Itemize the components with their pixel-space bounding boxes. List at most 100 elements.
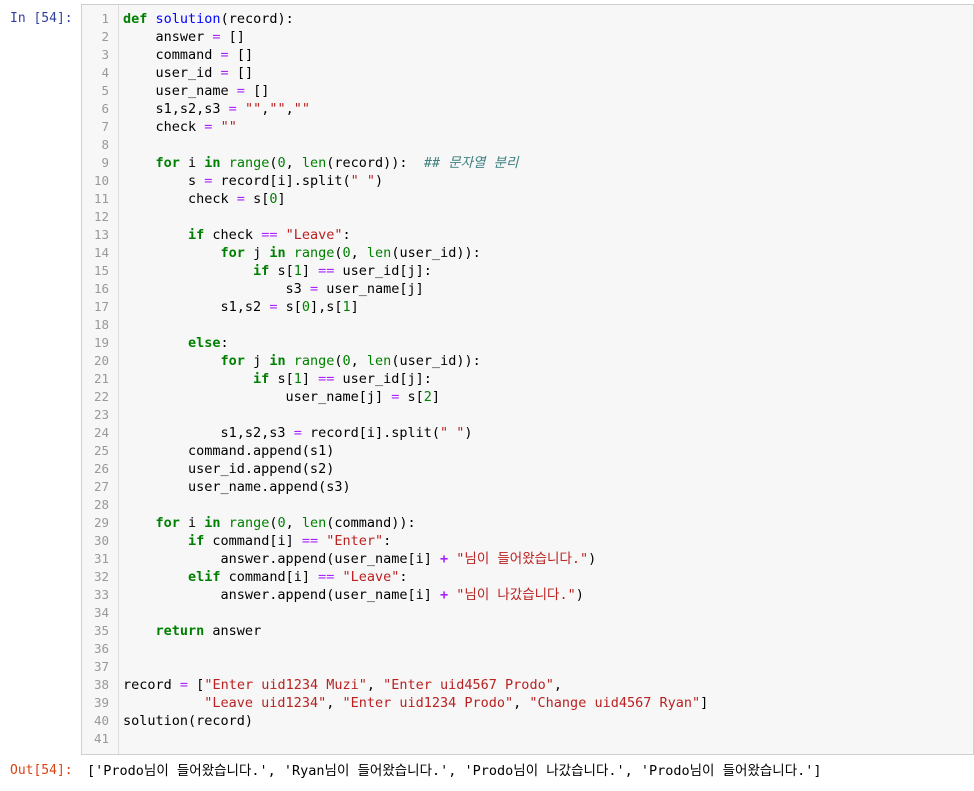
code-text: answer = [] (123, 29, 245, 45)
line-number: 13 (93, 227, 109, 242)
line-number: 2 (101, 29, 109, 44)
code-line: 31 answer.append(user_name[i] + "님이 들어왔습… (82, 550, 973, 568)
code-line: 16 s3 = user_name[j] (82, 280, 973, 298)
code-text: for i in range(0, len(record)): ## 문자열 분… (155, 155, 519, 171)
line-number: 5 (101, 83, 109, 98)
line-number: 15 (93, 263, 109, 278)
line-number: 19 (93, 335, 109, 350)
line-number: 18 (93, 317, 109, 332)
code-line: 33 answer.append(user_name[i] + "님이 나갔습니… (82, 586, 973, 604)
code-text: else: (188, 335, 229, 351)
code-line: 27 user_name.append(s3) (82, 478, 973, 496)
code-line: 30 if command[i] == "Enter": (82, 532, 973, 550)
code-line: 11 check = s[0] (82, 190, 973, 208)
line-number: 40 (93, 713, 109, 728)
code-line: 4 user_id = [] (82, 64, 973, 82)
line-number: 30 (93, 533, 109, 548)
code-text: user_id = [] (123, 65, 254, 81)
code-line: 35 return answer (82, 622, 973, 640)
line-number: 6 (101, 101, 109, 116)
code-line: 22 user_name[j] = s[2] (82, 388, 973, 406)
code-line: 5 user_name = [] (82, 82, 973, 100)
code-text: user_name.append(s3) (123, 479, 351, 495)
code-line: 41 (82, 730, 973, 748)
code-line: 15 if s[1] == user_id[j]: (82, 262, 973, 280)
line-number: 28 (93, 497, 109, 512)
code-line: 25 command.append(s1) (82, 442, 973, 460)
line-number: 21 (93, 371, 109, 386)
code-line: 37 (82, 658, 973, 676)
line-number: 23 (93, 407, 109, 422)
line-number: 22 (93, 389, 109, 404)
line-number: 4 (101, 65, 109, 80)
line-number: 14 (93, 245, 109, 260)
code-text: s = record[i].split(" ") (123, 173, 384, 189)
line-number: 33 (93, 587, 109, 602)
code-line: 28 (82, 496, 973, 514)
line-number: 24 (93, 425, 109, 440)
code-line: 23 (82, 406, 973, 424)
code-text: command.append(s1) (123, 443, 335, 459)
code-line: 26 user_id.append(s2) (82, 460, 973, 478)
line-number: 12 (93, 209, 109, 224)
code-text: record = ["Enter uid1234 Muzi", "Enter u… (123, 677, 562, 693)
code-text: if s[1] == user_id[j]: (253, 263, 432, 279)
code-text: s1,s2,s3 = record[i].split(" ") (123, 425, 473, 441)
line-number: 29 (93, 515, 109, 530)
code-line: 20 for j in range(0, len(user_id)): (82, 352, 973, 370)
code-line: 13 if check == "Leave": (82, 226, 973, 244)
code-lines: 1 def solution(record): 2 answer = [] 3 com… (82, 10, 973, 748)
code-text: return answer (155, 623, 262, 639)
line-number: 36 (93, 641, 109, 656)
code-text: answer.append(user_name[i] + "님이 들어왔습니다.… (123, 551, 597, 567)
code-line: 32 elif command[i] == "Leave": (82, 568, 973, 586)
code-text: for j in range(0, len(user_id)): (220, 353, 481, 369)
line-number: 26 (93, 461, 109, 476)
line-number: 8 (101, 137, 109, 152)
line-number: 38 (93, 677, 109, 692)
code-line: 29 for i in range(0, len(command)): (82, 514, 973, 532)
line-number: 20 (93, 353, 109, 368)
code-text: "Leave uid1234", "Enter uid1234 Prodo", … (204, 695, 709, 711)
line-number: 35 (93, 623, 109, 638)
code-cell-editor[interactable]: 1 def solution(record): 2 answer = [] 3 com… (81, 4, 974, 755)
code-line: 39 "Leave uid1234", "Enter uid1234 Prodo… (82, 694, 973, 712)
code-line: 7 check = "" (82, 118, 973, 136)
line-number: 27 (93, 479, 109, 494)
line-number: 1 (101, 11, 109, 26)
code-line: 2 answer = [] (82, 28, 973, 46)
code-line: 8 (82, 136, 973, 154)
code-text: s3 = user_name[j] (123, 281, 424, 297)
cell-output: ['Prodo님이 들어왔습니다.', 'Ryan님이 들어왔습니다.', 'P… (87, 763, 822, 779)
code-text: if s[1] == user_id[j]: (253, 371, 432, 387)
line-number: 10 (93, 173, 109, 188)
code-text: answer.append(user_name[i] + "님이 나갔습니다."… (123, 587, 584, 603)
code-text: user_id.append(s2) (123, 461, 335, 477)
line-number: 32 (93, 569, 109, 584)
code-text: if check == "Leave": (188, 227, 351, 243)
code-text: s1,s2 = s[0],s[1] (123, 299, 359, 315)
code-text: s1,s2,s3 = "","","" (123, 101, 311, 117)
line-number: 11 (93, 191, 109, 206)
code-line: 19 else: (82, 334, 973, 352)
code-line: 24 s1,s2,s3 = record[i].split(" ") (82, 424, 973, 442)
code-text: def solution(record): (123, 11, 294, 27)
code-text: elif command[i] == "Leave": (188, 569, 408, 585)
code-text: for j in range(0, len(user_id)): (220, 245, 481, 261)
code-line: 38 record = ["Enter uid1234 Muzi", "Enter… (82, 676, 973, 694)
line-number: 39 (93, 695, 109, 710)
line-number: 3 (101, 47, 109, 62)
line-number: 7 (101, 119, 109, 134)
code-line: 3 command = [] (82, 46, 973, 64)
code-text: solution(record) (123, 713, 254, 729)
code-line: 14 for j in range(0, len(user_id)): (82, 244, 973, 262)
code-line: 10 s = record[i].split(" ") (82, 172, 973, 190)
code-line: 34 (82, 604, 973, 622)
line-number: 41 (93, 731, 109, 746)
code-line: 40 solution(record) (82, 712, 973, 730)
code-line: 9 for i in range(0, len(record)): ## 문자열… (82, 154, 973, 172)
code-text: check = "" (123, 119, 237, 135)
input-prompt: In [54]: (10, 11, 73, 26)
code-text: for i in range(0, len(command)): (155, 515, 416, 531)
code-text: command = [] (123, 47, 254, 63)
